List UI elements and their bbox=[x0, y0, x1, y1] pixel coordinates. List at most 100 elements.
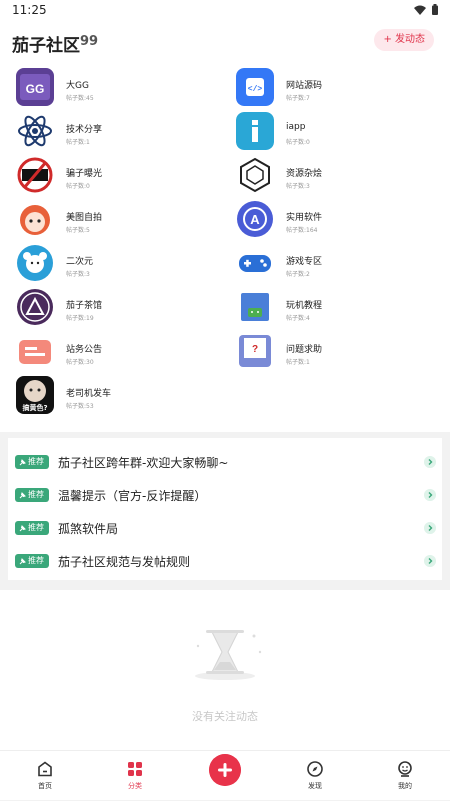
notice-card: 推荐 茄子社区跨年群-欢迎大家畅聊~ 推荐 温馨提示（官方-反诈提醒） 推荐 孤… bbox=[8, 438, 442, 580]
chevron-right-icon bbox=[424, 489, 436, 501]
category-count: 帖子数:53 bbox=[66, 403, 94, 410]
category-grid: GG 大GG 帖子数:45 </> 网站源码 帖子数:7 技术分享 帖子数:1 … bbox=[0, 62, 450, 432]
recommend-tag-label: 推荐 bbox=[28, 556, 44, 565]
hourglass-icon bbox=[195, 630, 262, 680]
notice-item[interactable]: 推荐 孤煞软件局 bbox=[8, 512, 442, 545]
category-count: 帖子数:0 bbox=[286, 139, 310, 146]
tab-home[interactable]: 首页 bbox=[15, 751, 75, 801]
svg-text:?: ? bbox=[252, 344, 258, 355]
category-count: 帖子数:45 bbox=[66, 95, 94, 102]
category-item[interactable]: 搞黄色? 老司机发车 帖子数:53 bbox=[16, 376, 216, 418]
tab-label: 发现 bbox=[308, 782, 322, 790]
category-item[interactable]: 骗子曝光 帖子数:0 bbox=[16, 156, 216, 198]
category-icon bbox=[128, 762, 142, 776]
create-post-button[interactable] bbox=[209, 754, 241, 786]
category-item[interactable]: 技术分享 帖子数:1 bbox=[16, 112, 216, 154]
category-item[interactable]: 游戏专区 帖子数:2 bbox=[236, 244, 436, 286]
chevron-right-icon bbox=[424, 456, 436, 468]
category-item[interactable]: 二次元 帖子数:3 bbox=[16, 244, 216, 286]
notice-icon bbox=[16, 332, 54, 370]
category-item[interactable]: 资源杂烩 帖子数:3 bbox=[236, 156, 436, 198]
notice-item[interactable]: 推荐 茄子社区规范与发帖规则 bbox=[8, 545, 442, 578]
status-icons bbox=[414, 4, 438, 15]
anime-girl-icon bbox=[16, 200, 54, 238]
chevron-right-icon bbox=[424, 555, 436, 567]
category-count: 帖子数:164 bbox=[286, 227, 318, 234]
tab-profile[interactable]: 我的 bbox=[375, 751, 435, 801]
category-count: 帖子数:3 bbox=[286, 183, 310, 190]
code-icon: </> bbox=[236, 68, 274, 106]
category-item[interactable]: </> 网站源码 帖子数:7 bbox=[236, 68, 436, 110]
recommend-tag: 推荐 bbox=[15, 488, 49, 502]
notice-item[interactable]: 推荐 茄子社区跨年群-欢迎大家畅聊~ bbox=[8, 446, 442, 479]
help-board-icon: ? bbox=[236, 332, 274, 370]
category-item[interactable]: 玩机教程 帖子数:4 bbox=[236, 288, 436, 330]
category-count: 帖子数:7 bbox=[286, 95, 310, 102]
page-title: 茄子社区 bbox=[12, 36, 80, 56]
tab-label: 我的 bbox=[398, 782, 412, 790]
category-count: 帖子数:30 bbox=[66, 359, 94, 366]
category-count: 帖子数:1 bbox=[66, 139, 90, 146]
recommend-tag: 推荐 bbox=[15, 554, 49, 568]
category-item[interactable]: iapp 帖子数:0 bbox=[236, 112, 436, 154]
category-name: 实用软件 bbox=[286, 213, 323, 223]
svg-text:</>: </> bbox=[248, 85, 263, 94]
recommend-tag-label: 推荐 bbox=[28, 523, 44, 532]
category-name: 老司机发车 bbox=[66, 389, 112, 399]
status-time: 11:25 bbox=[12, 3, 47, 17]
page-header: 茄子社区 99 + 发动态 bbox=[0, 22, 450, 62]
notice-section: 推荐 茄子社区跨年群-欢迎大家畅聊~ 推荐 温馨提示（官方-反诈提醒） 推荐 孤… bbox=[0, 432, 450, 590]
hexagon-icon bbox=[236, 156, 274, 194]
meme-caption: 搞黄色? bbox=[22, 403, 47, 412]
notice-title: 茄子社区规范与发帖规则 bbox=[58, 555, 191, 569]
category-count: 帖子数:3 bbox=[66, 271, 90, 278]
tab-label: 首页 bbox=[38, 782, 52, 790]
pin-icon bbox=[19, 557, 26, 564]
home-icon bbox=[38, 761, 52, 777]
svg-text:GG: GG bbox=[26, 82, 45, 96]
svg-text:A: A bbox=[250, 212, 260, 227]
category-item[interactable]: 站务公告 帖子数:30 bbox=[16, 332, 216, 374]
wifi-icon bbox=[414, 5, 426, 15]
post-button[interactable]: + 发动态 bbox=[374, 29, 434, 51]
tab-category[interactable]: 分类 bbox=[105, 751, 165, 801]
category-count: 帖子数:19 bbox=[66, 315, 94, 322]
category-name: 资源杂烩 bbox=[286, 169, 323, 179]
notice-item[interactable]: 推荐 温馨提示（官方-反诈提醒） bbox=[8, 479, 442, 512]
battery-icon bbox=[432, 4, 438, 15]
recommend-tag: 推荐 bbox=[15, 521, 49, 535]
gamepad-icon bbox=[236, 244, 274, 282]
android-box-icon bbox=[236, 288, 274, 326]
notice-title: 温馨提示（官方-反诈提醒） bbox=[58, 489, 207, 503]
recommend-tag-label: 推荐 bbox=[28, 457, 44, 466]
category-item[interactable]: A 实用软件 帖子数:164 bbox=[236, 200, 436, 242]
notice-title: 茄子社区跨年群-欢迎大家畅聊~ bbox=[58, 456, 229, 470]
gg-game-icon: GG bbox=[16, 68, 54, 106]
category-item[interactable]: GG 大GG 帖子数:45 bbox=[16, 68, 216, 110]
empty-feed: 没有关注动态 bbox=[0, 590, 450, 750]
bear-icon bbox=[16, 244, 54, 282]
teahouse-icon bbox=[16, 288, 54, 326]
category-item[interactable]: 茄子茶馆 帖子数:19 bbox=[16, 288, 216, 330]
category-name: 美图自拍 bbox=[66, 213, 103, 223]
recommend-tag-label: 推荐 bbox=[28, 490, 44, 499]
category-count: 帖子数:1 bbox=[286, 359, 310, 366]
status-bar: 11:25 bbox=[0, 0, 450, 22]
category-name: 茄子茶馆 bbox=[66, 301, 103, 311]
category-name: 游戏专区 bbox=[286, 257, 323, 267]
category-name: 问题求助 bbox=[286, 345, 323, 355]
pin-icon bbox=[19, 491, 26, 498]
app-store-icon: A bbox=[236, 200, 274, 238]
category-item[interactable]: 美图自拍 帖子数:5 bbox=[16, 200, 216, 242]
category-name: 站务公告 bbox=[66, 345, 103, 355]
category-name: 玩机教程 bbox=[286, 301, 323, 311]
category-name: 网站源码 bbox=[286, 81, 323, 91]
category-item[interactable]: ? 问题求助 帖子数:1 bbox=[236, 332, 436, 374]
category-name: 骗子曝光 bbox=[66, 169, 103, 179]
category-count: 帖子数:4 bbox=[286, 315, 310, 322]
category-count: 帖子数:2 bbox=[286, 271, 310, 278]
category-count: 帖子数:5 bbox=[66, 227, 90, 234]
tab-label: 分类 bbox=[128, 782, 142, 790]
iapp-icon bbox=[236, 112, 274, 150]
tab-discover[interactable]: 发现 bbox=[285, 751, 345, 801]
